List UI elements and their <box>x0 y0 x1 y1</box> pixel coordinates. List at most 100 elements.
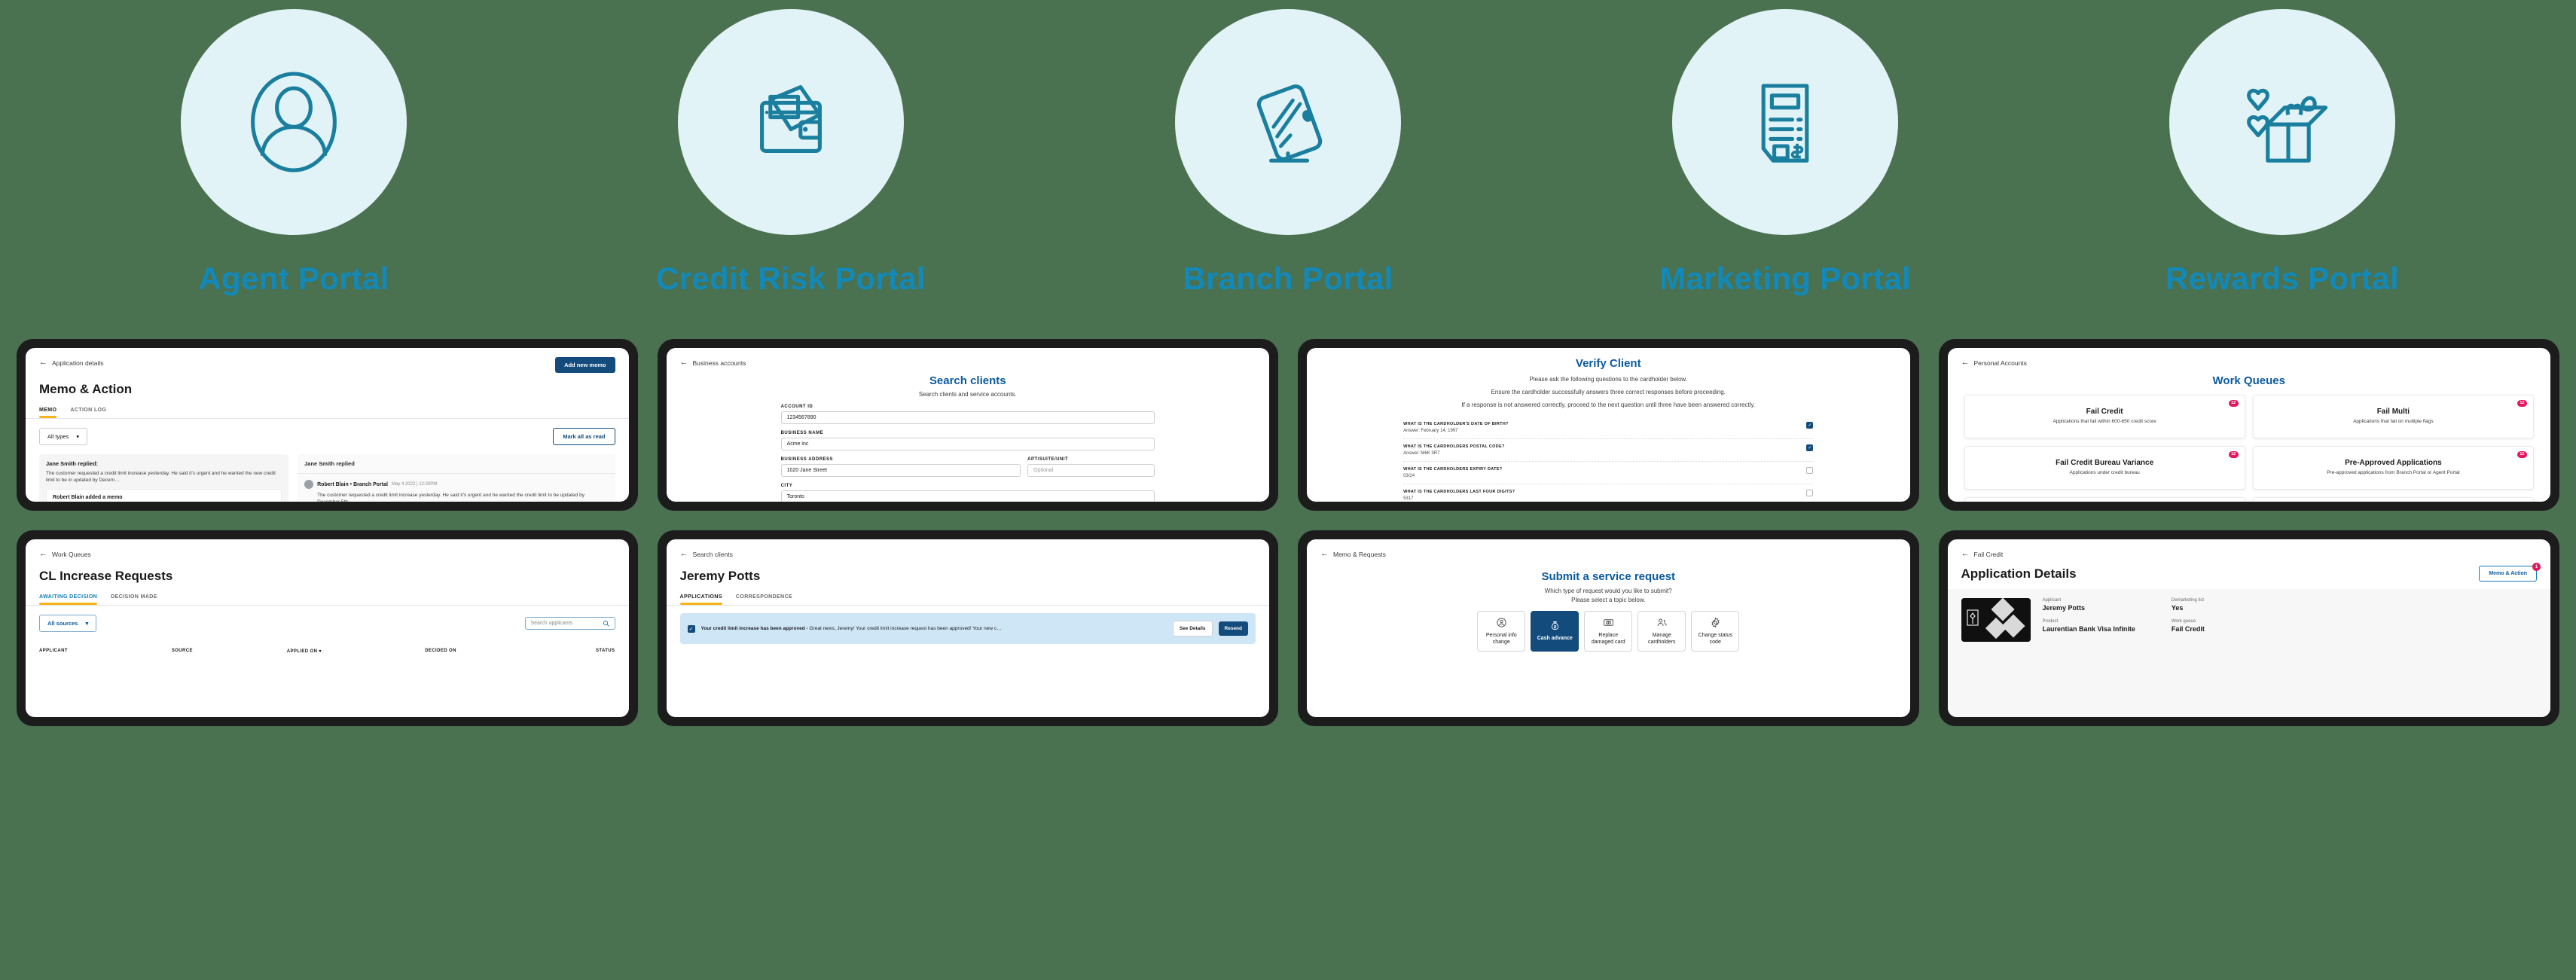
credit-card-terminal-icon <box>1256 84 1323 163</box>
device-work-queues: ← Personal Accounts Work Queues 12 Fail … <box>1938 339 2559 511</box>
portal-branch-label: Branch Portal <box>1183 261 1393 296</box>
memo-list-item[interactable]: Jane Smith replied: The customer request… <box>39 454 289 502</box>
screens-row-2: ← Work Queues CL Increase Requests AWAIT… <box>0 530 2576 726</box>
tab-memo[interactable]: MEMO <box>39 408 57 418</box>
verify-question-row: WHAT IS THE CARDHOLDERS EXPIRY DATE? 03/… <box>1403 462 1814 484</box>
topic-cash-advance[interactable]: Cash advance <box>1531 611 1579 652</box>
business-address-input[interactable]: 1020 Jane Street <box>780 464 1021 477</box>
chevron-down-icon: ▾ <box>76 433 80 440</box>
search-clients-breadcrumb[interactable]: ← Business accounts <box>667 348 1270 367</box>
thread-timestamp: May 4 2022 | 12:30PM <box>391 482 438 487</box>
tab-awaiting-decision[interactable]: AWAITING DECISION <box>39 594 98 605</box>
back-arrow-icon[interactable]: ← <box>680 359 688 367</box>
memo-breadcrumb[interactable]: ← Application details <box>39 348 104 367</box>
work-queue-card[interactable]: 12 Fail LBC Indicator Applications that … <box>1964 497 2245 502</box>
verify-question-checkbox[interactable] <box>1806 490 1814 496</box>
ad-label-applicant: Applicant <box>2042 598 2062 603</box>
ad-value-demarketing-list: Yes <box>2171 604 2184 612</box>
business-name-input[interactable]: Acme inc <box>780 438 1155 450</box>
portal-credit-risk[interactable]: Credit Risk Portal <box>580 9 1002 297</box>
portal-agent-bubble <box>181 9 407 235</box>
search-applicants-input[interactable]: Search applicants <box>524 617 615 630</box>
portal-branch[interactable]: Branch Portal <box>1077 9 1499 297</box>
add-new-memo-button[interactable]: Add new memo <box>555 357 615 373</box>
portal-credit-risk-label: Credit Risk Portal <box>656 261 926 296</box>
work-queue-card[interactable]: 12 Pre-Approved Applications Pre-approve… <box>2252 446 2534 490</box>
col-decided-on[interactable]: DECIDED ON <box>425 649 540 654</box>
resend-button[interactable]: Resend <box>1218 621 1248 636</box>
screen-service-request: ← Memo & Requests Submit a service reque… <box>1307 539 1910 717</box>
cl-source-filter[interactable]: All sources ▾ <box>39 615 97 632</box>
work-queues-breadcrumb[interactable]: ← Personal Accounts <box>1948 348 2551 367</box>
topic-manage-cardholders[interactable]: Manage cardholders <box>1637 611 1686 652</box>
topic-change-status-code[interactable]: Change status code <box>1691 611 1740 652</box>
verify-question-row: WHAT IS THE CARDHOLDER'S DATE OF BIRTH? … <box>1403 417 1814 439</box>
col-applied-on[interactable]: APPLIED ON ▾ <box>287 649 425 654</box>
ad-label-demarketing-list: Demarketing list <box>2171 598 2204 603</box>
cl-breadcrumb[interactable]: ← Work Queues <box>26 539 629 558</box>
ad-breadcrumb-label: Fail Credit <box>1973 550 2004 558</box>
account-id-input[interactable]: 1234567890 <box>780 411 1155 424</box>
cl-tabs: AWAITING DECISION DECISION MADE <box>26 584 629 605</box>
ad-breadcrumb[interactable]: ← Fail Credit <box>1948 539 2551 558</box>
tab-correspondence[interactable]: CORRESPONDENCE <box>736 594 792 605</box>
col-source[interactable]: SOURCE <box>172 649 287 654</box>
back-arrow-icon[interactable]: ← <box>1961 550 1970 558</box>
alert-checkbox[interactable]: ✓ <box>687 624 695 633</box>
thread-author: Robert Blain • Branch Portal <box>317 481 388 487</box>
back-arrow-icon[interactable]: ← <box>39 359 47 367</box>
money-bag-icon <box>1551 621 1558 630</box>
work-queue-badge: 12 <box>2228 400 2239 407</box>
back-arrow-icon[interactable]: ← <box>680 550 688 558</box>
memo-thread: Jane Smith replied Robert Blain • Branch… <box>298 454 615 502</box>
city-input[interactable]: Toronto <box>780 490 1155 502</box>
memo-page-title: Memo & Action <box>39 382 133 396</box>
work-queue-card[interactable]: 12 Fail AML Applications that fall under… <box>2252 497 2534 502</box>
jp-page-title: Jeremy Potts <box>679 569 761 583</box>
search-icon <box>603 620 609 627</box>
col-status[interactable]: STATUS <box>540 649 615 654</box>
portal-agent[interactable]: Agent Portal <box>83 9 505 297</box>
work-queue-badge: 12 <box>2516 400 2527 407</box>
see-details-button[interactable]: See Details <box>1172 621 1213 637</box>
field-account-id-label: ACCOUNT ID <box>780 405 813 409</box>
search-clients-breadcrumb-label: Business accounts <box>692 359 746 367</box>
alert-message: Your credit limit increase has been appr… <box>701 626 1167 631</box>
search-applicants-placeholder: Search applicants <box>530 621 573 626</box>
back-arrow-icon[interactable]: ← <box>39 550 47 558</box>
portal-marketing[interactable]: Marketing Portal <box>1574 9 1996 297</box>
work-queues-title: Work Queues <box>2212 374 2285 387</box>
ad-label-work-queue: Work queue <box>2171 619 2196 624</box>
back-arrow-icon[interactable]: ← <box>1961 359 1970 367</box>
verify-question-checkbox[interactable] <box>1806 467 1814 474</box>
sr-breadcrumb[interactable]: ← Memo & Requests <box>1307 539 1910 558</box>
work-queue-card[interactable]: 12 Fail Credit Bureau Variance Applicati… <box>1964 446 2245 490</box>
verify-question-label: WHAT IS THE CARDHOLDERS LAST FOUR DIGITS… <box>1403 490 1515 494</box>
back-arrow-icon[interactable]: ← <box>1320 550 1329 558</box>
topic-personal-info-change[interactable]: Personal info change <box>1477 611 1526 652</box>
verify-question-checkbox[interactable]: ✓ <box>1806 444 1814 451</box>
memo-action-button[interactable]: Memo & Action 1 <box>2479 563 2541 582</box>
mark-all-read-button[interactable]: Mark all as read <box>553 428 615 445</box>
topic-replace-damaged-card[interactable]: Replace damaged card <box>1584 611 1633 652</box>
jp-breadcrumb[interactable]: ← Search clients <box>667 539 1270 558</box>
field-business-name-label: BUSINESS NAME <box>780 431 824 435</box>
memo-type-filter[interactable]: All types ▾ <box>39 428 88 445</box>
topic-label: Manage cardholders <box>1647 632 1676 645</box>
work-queue-card[interactable]: 12 Fail Credit Applications that fall wi… <box>1964 395 2245 438</box>
wallet-icon <box>760 85 822 153</box>
tab-action-log[interactable]: ACTION LOG <box>70 408 106 418</box>
tab-decision-made[interactable]: DECISION MADE <box>111 594 157 605</box>
portal-marketing-bubble <box>1672 9 1898 235</box>
jp-breadcrumb-label: Search clients <box>692 550 733 558</box>
work-queue-card[interactable]: 12 Fail Multi Applications that fail on … <box>2252 395 2534 438</box>
verify-client-title: Verify Client <box>1575 357 1641 370</box>
tab-applications[interactable]: APPLICATIONS <box>679 594 723 605</box>
portal-branch-bubble <box>1175 9 1401 235</box>
sr-topics: Personal info change Cash advance Replac… <box>1307 603 1910 652</box>
apt-suite-unit-input[interactable]: Optional <box>1027 464 1155 477</box>
topic-label: Replace damaged card <box>1591 632 1625 645</box>
portal-rewards[interactable]: Rewards Portal <box>2071 9 2493 297</box>
col-applicant[interactable]: APPLICANT <box>39 649 172 654</box>
verify-question-checkbox[interactable]: ✓ <box>1806 422 1814 429</box>
